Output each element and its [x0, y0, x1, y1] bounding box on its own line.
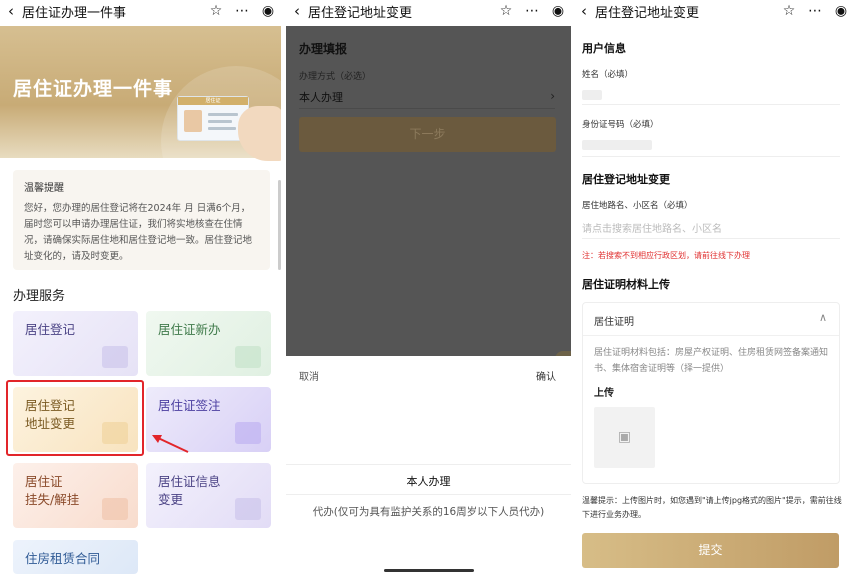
star-icon[interactable]: ☆: [776, 3, 802, 19]
refresh-card-icon: [235, 498, 261, 520]
screen-method-picker: ‹ 居住登记地址变更 ☆ ⋯ ◉ 办理填报 办理方式（必选） 本人办理 › 下一…: [286, 0, 571, 574]
tile-residence-registration[interactable]: 居住登记: [13, 311, 138, 376]
divider: [582, 238, 840, 239]
more-icon[interactable]: ⋯: [519, 3, 545, 19]
star-icon[interactable]: ☆: [203, 3, 229, 19]
method-label: 办理方式（必选）: [299, 72, 372, 82]
proof-card: 居住证明 ∧ 居住证明材料包括：房屋产权证明、住房租赁网签备案通知书、集体宿舍证…: [582, 302, 840, 484]
star-icon[interactable]: ☆: [493, 3, 519, 19]
address-heading: 居住登记地址变更: [582, 173, 670, 186]
scrollbar[interactable]: [278, 180, 281, 270]
proof-description: 居住证明材料包括：房屋产权证明、住房租赁网签备案通知书、集体宿舍证明等（择一提供…: [594, 348, 829, 374]
arrow-icon: [152, 435, 189, 453]
record-icon[interactable]: ◉: [828, 3, 854, 19]
tile-label: 居住登记: [25, 322, 76, 337]
cancel-button[interactable]: 取消: [299, 368, 319, 383]
name-field[interactable]: [582, 90, 602, 100]
reminder-title: 温馨提醒: [24, 183, 64, 194]
top-bar: ‹ 居住证办理一件事 ☆ ⋯ ◉: [0, 0, 281, 22]
tile-info-change[interactable]: 居住证信息 变更: [146, 463, 271, 528]
tile-rental-contract[interactable]: 住房租赁合同: [13, 540, 138, 574]
camera-icon: ▣: [617, 429, 632, 445]
top-bar: ‹ 居住登记地址变更 ☆ ⋯ ◉: [286, 0, 571, 22]
reminder-body: 您好，您办理的居住登记将在2024年 月 日满6个月，届时您可以申请办理居住证，…: [24, 203, 253, 262]
picker-sheet: 取消 确认 本人办理 代办(仅可为具有监护关系的16周岁以下人员代办): [286, 356, 571, 574]
back-icon[interactable]: ‹: [0, 2, 22, 20]
form-heading: 办理填报: [299, 42, 348, 56]
divider: [286, 494, 571, 495]
back-icon[interactable]: ‹: [286, 2, 308, 20]
page-title: 居住证办理一件事: [22, 5, 127, 21]
tile-new-permit[interactable]: 居住证新办: [146, 311, 271, 376]
divider: [583, 335, 839, 336]
next-button: 下一步: [299, 117, 556, 152]
chevron-up-icon[interactable]: ∧: [819, 311, 827, 324]
method-value: 本人办理: [299, 91, 343, 104]
screen-address-change-form: ‹ 居住登记地址变更 ☆ ⋯ ◉ 用户信息 姓名（必填） 身份证号码（必填） 居…: [573, 0, 854, 574]
tile-report-loss[interactable]: 居住证 挂失/解挂: [13, 463, 138, 528]
upload-photo-button[interactable]: ▣: [594, 407, 655, 468]
screen-service-home: ‹ 居住证办理一件事 ☆ ⋯ ◉ 居住证办理一件事 居住证 温馨提醒 您好，您办…: [0, 0, 281, 574]
card-line: [208, 120, 232, 123]
divider: [582, 156, 840, 157]
card-icon: [235, 346, 261, 368]
address-warning: 注：若搜索不到相应行政区划，请前往线下办理: [582, 251, 750, 260]
upload-label: 上传: [594, 388, 614, 399]
portrait-icon: [184, 110, 202, 132]
proof-title: 居住证明: [594, 317, 634, 328]
home-indicator: [383, 569, 474, 572]
tile-label: 居住证签注: [158, 398, 221, 413]
back-icon[interactable]: ‹: [573, 2, 595, 20]
upload-heading: 居住证明材料上传: [582, 278, 670, 291]
divider: [286, 464, 571, 465]
upload-hint: 温馨提示：上传图片时，如您遇到"请上传jpg格式的图片"提示，需前往线下进行业务…: [582, 496, 842, 519]
banner-title: 居住证办理一件事: [13, 78, 174, 100]
address-label: 居住地路名、小区名（必填）: [582, 201, 693, 211]
confirm-button[interactable]: 确认: [536, 368, 556, 383]
picker-option-self[interactable]: 本人办理: [286, 473, 571, 489]
id-label: 身份证号码（必填）: [582, 120, 659, 130]
user-info-heading: 用户信息: [582, 42, 626, 55]
record-icon[interactable]: ◉: [255, 3, 281, 19]
tile-label: 居住证信息 变更: [158, 474, 221, 507]
tile-label: 居住证 挂失/解挂: [25, 474, 80, 507]
address-search-input[interactable]: 请点击搜索居住地路名、小区名: [582, 220, 722, 235]
banner: 居住证办理一件事 居住证: [0, 26, 281, 216]
blocked-card-icon: [102, 498, 128, 520]
top-bar: ‹ 居住登记地址变更 ☆ ⋯ ◉: [573, 0, 854, 22]
more-icon[interactable]: ⋯: [802, 3, 828, 19]
page-title: 居住登记地址变更: [308, 5, 413, 21]
id-field[interactable]: [582, 140, 652, 150]
card-line: [208, 113, 238, 116]
dimmed-form[interactable]: 办理填报 办理方式（必选） 本人办理 › 下一步: [286, 26, 571, 361]
edit-icon: [235, 422, 261, 444]
tile-label: 居住证新办: [158, 322, 221, 337]
record-icon[interactable]: ◉: [545, 3, 571, 19]
picker-option-proxy[interactable]: 代办(仅可为具有监护关系的16周岁以下人员代办): [286, 504, 571, 519]
document-icon: [102, 346, 128, 368]
divider: [582, 104, 840, 105]
id-card-label: 居住证: [178, 97, 248, 105]
more-icon[interactable]: ⋯: [229, 3, 255, 19]
submit-button[interactable]: 提交: [582, 533, 839, 568]
page-title: 居住登记地址变更: [595, 5, 700, 21]
section-title: 办理服务: [13, 289, 66, 304]
tile-label: 住房租赁合同: [25, 551, 101, 566]
chevron-right-icon: ›: [550, 89, 555, 103]
name-label: 姓名（必填）: [582, 70, 634, 80]
divider: [299, 108, 555, 109]
card-line: [208, 127, 236, 130]
reminder-card: 温馨提醒 您好，您办理的居住登记将在2024年 月 日满6个月，届时您可以申请办…: [13, 170, 270, 270]
